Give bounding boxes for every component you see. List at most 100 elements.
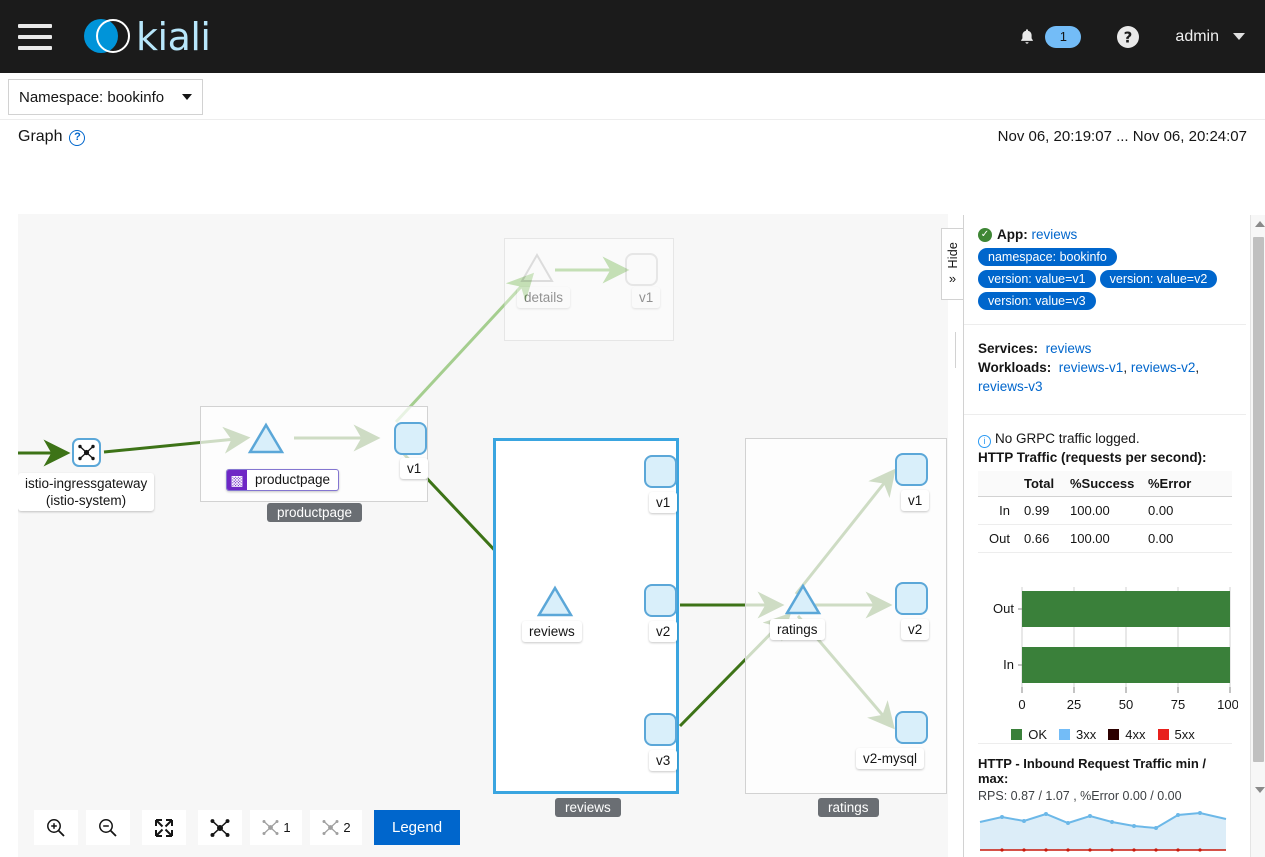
workload-link-v3[interactable]: reviews-v3 [978,379,1043,394]
layout-1-button[interactable]: 1 [250,810,302,845]
xtick-100: 100 [1217,697,1238,712]
bar-cat-out: Out [993,601,1014,616]
inbound-traffic-sparkline [979,811,1227,852]
reviews-v3-label: v3 [649,750,678,771]
istio-ingressgateway-node[interactable] [72,438,101,467]
layout-default-button[interactable] [198,810,242,845]
layout-2-label: 2 [343,820,351,835]
th-total: Total [1020,471,1066,497]
grpc-note: No GRPC traffic logged. [995,431,1140,446]
page-title-text: Graph [18,128,63,145]
ratings-v2-mysql-node[interactable] [895,711,928,744]
kiali-logo[interactable]: kiali [82,14,211,59]
graph-help-icon[interactable]: ? [69,130,86,146]
app-summary-card: ✓ App: reviews namespace: bookinfo versi… [964,215,1246,325]
notification-bell-icon[interactable] [1013,23,1041,51]
nav-toggle-icon[interactable] [18,23,52,50]
reviews-v3-node[interactable] [644,713,677,746]
productpage-virtualservice-badge[interactable]: ▩ productpage [226,469,340,491]
scroll-up-arrow-icon[interactable] [1255,221,1265,227]
inbound-traffic-subtitle: RPS: 0.87 / 1.07 , %Error 0.00 / 0.00 [978,789,1182,803]
side-panel-scrollbar[interactable] [1250,215,1265,857]
graph-group-details[interactable]: details v1 [504,238,674,341]
graph-layout-2-icon [322,820,339,835]
chip-version-v1[interactable]: version: value=v1 [978,270,1096,288]
ratings-v1-node[interactable] [895,453,928,486]
services-link[interactable]: reviews [1046,341,1092,356]
table-row: Out 0.66 100.00 0.00 [978,524,1232,553]
info-icon: i [978,435,991,448]
services-row: Services: reviews [978,339,1232,358]
details-v1-node[interactable] [625,253,658,286]
hide-toggle-label: Hide [945,241,960,269]
traffic-bar-chart: Out In 0 25 50 75 100 OK 3xx 4xx 5xx [978,569,1239,742]
graph-toolbar: Versioned app graph No edge labels Displ… [0,164,1265,368]
chip-version-v2[interactable]: version: value=v2 [1099,270,1218,288]
th-direction [978,471,1020,497]
fit-to-screen-button[interactable] [142,810,186,845]
workloads-row: Workloads: reviews-v1, reviews-v2, revie… [978,360,1200,394]
bar-in-ok [1022,647,1230,683]
help-icon[interactable]: ? [1111,20,1145,54]
mesh-icon [78,444,95,461]
legend-label-4xx: 4xx [1125,727,1146,742]
cell-total-in: 0.99 [1020,496,1066,525]
ratings-v2-node[interactable] [895,582,928,615]
ratings-v2-label: v2 [901,619,930,640]
chip-version-v3[interactable]: version: value=v3 [978,292,1096,310]
table-header-row: Total %Success %Error [978,471,1232,497]
cell-success-in: 100.00 [1066,496,1144,525]
layout-2-button[interactable]: 2 [310,810,362,845]
graph-canvas[interactable]: details v1 details istio-ingressgateway … [18,214,948,857]
graph-layout-1-icon [262,820,279,835]
table-row: In 0.99 100.00 0.00 [978,496,1232,525]
app-label: App: [997,227,1028,242]
side-panel-content: ✓ App: reviews namespace: bookinfo versi… [964,215,1246,857]
legend-swatch-ok [1011,729,1023,740]
graph-side-panel: ✓ App: reviews namespace: bookinfo versi… [963,215,1265,857]
legend-button[interactable]: Legend [374,810,461,845]
chip-namespace[interactable]: namespace: bookinfo [978,248,1117,266]
xtick-50: 50 [1119,697,1133,712]
expand-arrows-icon [155,818,173,837]
cell-error-out: 0.00 [1144,524,1232,553]
user-menu-label[interactable]: admin [1175,28,1219,46]
graph-group-ratings[interactable]: v1 v2 v2-mysql ratings [745,438,947,794]
th-success: %Success [1066,471,1144,497]
reviews-v2-node[interactable] [644,584,677,617]
traffic-card: i No GRPC traffic logged. HTTP Traffic (r… [964,415,1246,742]
user-menu-chevron-down-icon[interactable] [1233,33,1245,40]
http-traffic-title: HTTP Traffic (requests per second): [978,450,1207,465]
namespace-selector-label: Namespace: bookinfo [19,88,165,106]
side-panel-hide-toggle[interactable]: Hide » [941,228,963,300]
masthead-actions: 1 ? admin [1013,20,1265,54]
graph-group-label-reviews: reviews [555,798,621,817]
scrollbar-thumb[interactable] [1253,237,1264,762]
app-summary-header: ✓ App: reviews [978,227,1232,242]
scroll-down-arrow-icon[interactable] [1255,787,1265,793]
workload-link-v2[interactable]: reviews-v2 [1131,360,1196,375]
zoom-out-icon [99,818,117,837]
graph-group-reviews[interactable]: v1 v2 v3 reviews [493,438,679,794]
graph-group-label-productpage: productpage [267,503,363,522]
reviews-v1-node[interactable] [644,455,677,488]
xtick-25: 25 [1067,697,1081,712]
ratings-v2-mysql-label: v2-mysql [856,748,925,769]
virtualservice-icon: ▩ [227,470,247,490]
zoom-in-button[interactable] [34,810,78,845]
cell-total-out: 0.66 [1020,524,1066,553]
reviews-v1-label: v1 [649,492,678,513]
cell-direction-out: Out [978,524,1020,553]
traffic-bar-chart-legend: OK 3xx 4xx 5xx [978,727,1228,742]
namespace-selector[interactable]: Namespace: bookinfo [8,79,203,115]
app-name-link[interactable]: reviews [1032,227,1078,242]
app-chips: namespace: bookinfo version: value=v1 ve… [978,248,1232,310]
xtick-0: 0 [1018,697,1025,712]
notification-count-badge[interactable]: 1 [1045,25,1082,48]
kiali-brand-text: kiali [136,14,211,59]
double-chevron-right-icon: » [948,271,957,287]
productpage-v1-node[interactable] [394,422,427,455]
zoom-out-button[interactable] [86,810,130,845]
svg-text:?: ? [1124,28,1133,46]
workload-link-v1[interactable]: reviews-v1 [1059,360,1124,375]
